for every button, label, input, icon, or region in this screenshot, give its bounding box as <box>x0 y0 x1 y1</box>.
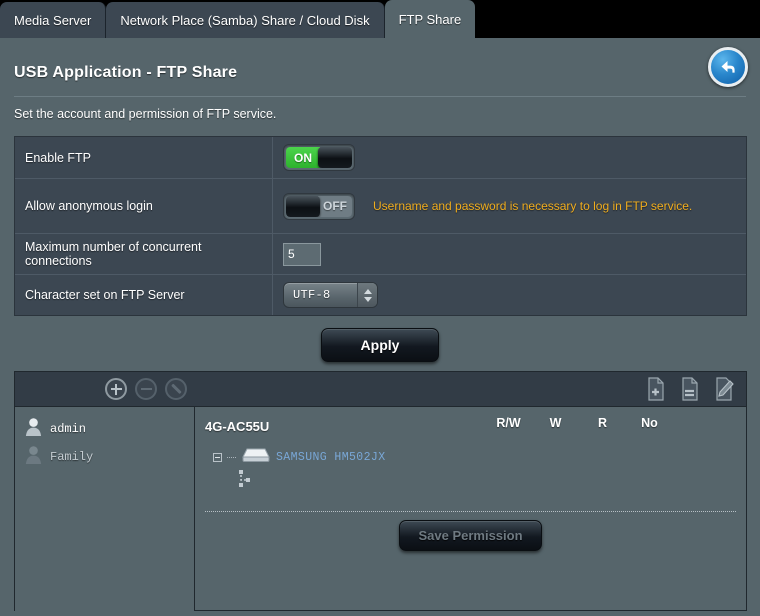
tab-bar: Media Server Network Place (Samba) Share… <box>0 0 760 38</box>
setting-row-enable-ftp: Enable FTP ON <box>15 137 746 179</box>
save-permission-button[interactable]: Save Permission <box>399 520 542 551</box>
setting-row-allow-anonymous-login: Allow anonymous login OFF Username and p… <box>15 179 746 234</box>
setting-label: Maximum number of concurrent connections <box>15 234 273 274</box>
page-body: USB Application - FTP Share Set the acco… <box>0 38 760 616</box>
tab-network-place-samba-share[interactable]: Network Place (Samba) Share / Cloud Disk <box>106 2 385 38</box>
app-root: Media Server Network Place (Samba) Share… <box>0 0 760 616</box>
permission-area: 4G-AC55U R/W W R No SAMSUNG HM502JX Save… <box>195 407 746 611</box>
title-separator <box>14 96 746 97</box>
list-item-label: Family <box>50 450 94 464</box>
file-remove-icon[interactable] <box>680 377 700 401</box>
apply-button-row: Apply <box>0 328 760 362</box>
setting-value: ON <box>273 137 746 178</box>
panel-divider <box>205 511 736 512</box>
list-item[interactable]: Family <box>25 443 194 471</box>
toggle-track: ON <box>286 147 352 168</box>
character-set-select[interactable]: UTF-8 <box>283 282 378 308</box>
panel-toolbar <box>15 372 746 407</box>
permission-columns: R/W W R No <box>485 416 673 430</box>
permission-column-header: W <box>549 416 562 430</box>
list-item-label: admin <box>50 422 87 436</box>
account-toolbar <box>105 378 187 400</box>
ftp-user-list: admin Family <box>15 407 195 611</box>
select-value: UTF-8 <box>293 288 331 302</box>
enable-ftp-toggle[interactable]: ON <box>283 144 355 171</box>
tab-media-server[interactable]: Media Server <box>0 2 107 38</box>
toggle-knob <box>286 195 320 217</box>
page-title: USB Application - FTP Share <box>14 64 238 81</box>
minus-circle-icon[interactable] <box>135 378 157 400</box>
ftp-account-panel: admin Family 4G-AC55U R/W W R No SAMSUNG… <box>14 371 747 611</box>
plus-circle-icon[interactable] <box>105 378 127 400</box>
tree-node-child-connector <box>237 470 734 495</box>
toggle-track: OFF <box>286 195 352 217</box>
tab-label: Media Server <box>14 12 92 28</box>
tree-node-disk[interactable]: SAMSUNG HM502JX <box>213 446 734 468</box>
file-add-icon[interactable] <box>646 377 666 401</box>
setting-label: Enable FTP <box>15 137 273 178</box>
list-item[interactable]: admin <box>25 415 194 443</box>
setting-row-max-connections: Maximum number of concurrent connections <box>15 234 746 275</box>
tab-label: FTP Share <box>398 11 462 27</box>
setting-label: Character set on FTP Server <box>15 275 273 315</box>
hard-disk-icon <box>241 446 271 469</box>
file-edit-icon[interactable] <box>714 377 734 401</box>
user-icon <box>25 417 42 442</box>
setting-label: Allow anonymous login <box>15 179 273 233</box>
chevron-updown-icon <box>357 283 377 307</box>
back-button[interactable] <box>708 47 748 87</box>
panel-body: admin Family 4G-AC55U R/W W R No SAMSUNG… <box>15 407 746 611</box>
toggle-knob <box>318 147 352 168</box>
device-name: 4G-AC55U <box>205 418 270 434</box>
max-connections-input[interactable] <box>283 242 321 266</box>
permission-column-header: R/W <box>496 416 521 430</box>
disk-label: SAMSUNG HM502JX <box>276 450 386 464</box>
anonymous-login-note: Username and password is necessary to lo… <box>373 199 693 213</box>
tree-connector <box>227 456 236 458</box>
page-description: Set the account and permission of FTP se… <box>14 107 277 121</box>
allow-anonymous-login-toggle[interactable]: OFF <box>283 192 355 220</box>
setting-value: UTF-8 <box>273 275 746 315</box>
tree-collapse-icon[interactable] <box>213 452 222 462</box>
save-permission-row: Save Permission <box>195 520 746 551</box>
permission-column-header: R <box>597 416 608 430</box>
setting-row-character-set: Character set on FTP Server UTF-8 <box>15 275 746 315</box>
folder-toolbar <box>646 377 734 401</box>
back-arrow-icon <box>717 56 739 78</box>
setting-value <box>273 234 746 274</box>
toggle-off-label: OFF <box>318 195 352 217</box>
tab-label: Network Place (Samba) Share / Cloud Disk <box>120 12 370 28</box>
tab-ftp-share[interactable]: FTP Share <box>384 0 476 38</box>
settings-table: Enable FTP ON Allow anonymous login OFF … <box>14 136 747 316</box>
toggle-on-label: ON <box>286 147 320 168</box>
device-tree: SAMSUNG HM502JX <box>205 446 734 495</box>
apply-button[interactable]: Apply <box>321 328 439 362</box>
pencil-circle-icon[interactable] <box>165 378 187 400</box>
setting-value: OFF Username and password is necessary t… <box>273 179 746 233</box>
user-icon <box>25 445 42 470</box>
permission-column-header: No <box>641 416 658 430</box>
